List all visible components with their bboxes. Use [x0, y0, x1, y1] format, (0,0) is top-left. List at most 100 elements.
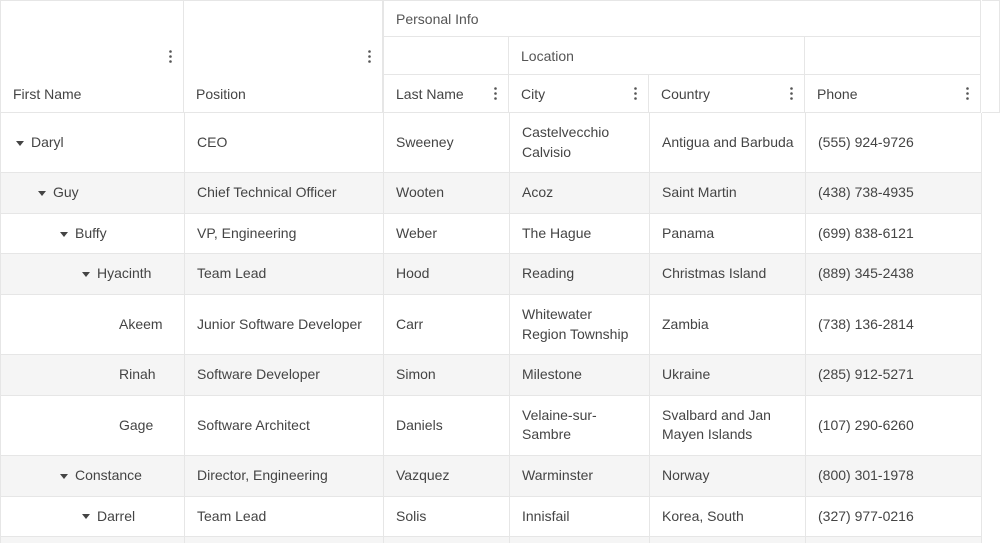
kebab-icon[interactable] — [960, 84, 974, 104]
kebab-icon[interactable] — [488, 84, 502, 104]
cell-city-text: Whitewater Region Township — [522, 306, 628, 342]
kebab-icon[interactable] — [628, 84, 642, 104]
cell-last-name: Vazquez — [384, 455, 510, 496]
expand-collapse-icon[interactable] — [13, 136, 27, 150]
cell-city: Innisfail — [510, 496, 650, 537]
header-label: Location — [509, 38, 586, 74]
cell-city-text: Reading — [522, 265, 574, 281]
header-group-personal-info: Personal Info — [383, 0, 981, 37]
cell-last-name-text: Sweeney — [396, 134, 454, 150]
kebab-icon[interactable] — [163, 47, 177, 67]
cell-last-name-text: Wooten — [396, 184, 444, 200]
cell-position: CEO — [185, 113, 384, 173]
table-row[interactable]: ConstanceDirector, EngineeringVazquezWar… — [1, 455, 982, 496]
cell-last-name-text: Daniels — [396, 417, 443, 433]
header-label: Position — [184, 86, 246, 102]
cell-phone-text: (555) 924-9726 — [818, 134, 914, 150]
cell-phone-text: (800) 301-1978 — [818, 467, 914, 483]
grid-body-scroll[interactable]: DarylCEO Sweeney Castelvecchio CalvisioAnt… — [0, 113, 1000, 543]
cell-first-name: Buffy — [1, 213, 185, 254]
cell-phone: (800) 301-1978 — [806, 455, 982, 496]
grid-header: First Name Position Personal Info Locati… — [0, 0, 1000, 113]
expand-collapse-icon[interactable] — [79, 267, 93, 281]
cell-last-name: Weber — [384, 213, 510, 254]
cell-position-text: Junior Software Developer — [197, 316, 362, 332]
cell-city-text: Velaine-sur-Sambre — [522, 407, 597, 443]
cell-first-name: Daryl — [1, 113, 185, 173]
indent — [101, 368, 115, 382]
cell-last-name-text: Weber — [396, 225, 437, 241]
cell-country-text: Norway — [662, 467, 709, 483]
cell-first-name: Rinah — [1, 355, 185, 396]
cell-country: Korea, South — [650, 496, 806, 537]
cell-phone: (285) 912-5271 — [806, 355, 982, 396]
tree-list-grid: First Name Position Personal Info Locati… — [0, 0, 1000, 543]
cell-position-text: Software Developer — [197, 366, 320, 382]
cell-position: Team Lead — [185, 254, 384, 295]
expand-collapse-icon[interactable] — [35, 186, 49, 200]
header-label: Country — [649, 86, 710, 102]
cell-country-text: Korea, South — [662, 508, 744, 524]
header-cell-first-name[interactable]: First Name — [0, 0, 184, 113]
table-row[interactable]: BrianSenior Software DeveloperYangOromoc… — [1, 537, 982, 543]
header-cell-country[interactable]: Country — [649, 75, 805, 113]
first-name-text: Gage — [119, 416, 153, 436]
cell-position: Software Developer — [185, 355, 384, 396]
cell-last-name: Simon — [384, 355, 510, 396]
cell-country: Ukraine — [650, 355, 806, 396]
cell-last-name: Yang — [384, 537, 510, 543]
cell-position-text: Software Architect — [197, 417, 310, 433]
cell-first-name: Guy — [1, 173, 185, 214]
cell-last-name: Daniels — [384, 395, 510, 455]
cell-city-text: The Hague — [522, 225, 591, 241]
table-row[interactable]: HyacinthTeam LeadHoodReadingChristmas Is… — [1, 254, 982, 295]
cell-phone: (107) 290-6260 — [806, 395, 982, 455]
table-row[interactable]: GuyChief Technical OfficerWootenAcozSain… — [1, 173, 982, 214]
header-cell-position[interactable]: Position — [184, 0, 383, 113]
header-cell-city[interactable]: City — [509, 75, 649, 113]
cell-country-text: Svalbard and Jan Mayen Islands — [662, 407, 771, 443]
table-row[interactable]: BuffyVP, EngineeringWeberThe HaguePanama… — [1, 213, 982, 254]
expand-collapse-icon[interactable] — [79, 509, 93, 523]
table-row[interactable]: Gage Software Architect Daniels Velaine-sur… — [1, 395, 982, 455]
cell-first-name: Brian — [1, 537, 185, 543]
cell-last-name: Wooten — [384, 173, 510, 214]
cell-position: Chief Technical Officer — [185, 173, 384, 214]
cell-city: The Hague — [510, 213, 650, 254]
table-row[interactable]: DarrelTeam LeadSolisInnisfailKorea, Sout… — [1, 496, 982, 537]
cell-country: Antigua and Barbuda — [650, 113, 806, 173]
expand-collapse-icon[interactable] — [57, 469, 71, 483]
cell-first-name: Darrel — [1, 496, 185, 537]
cell-last-name-text: Solis — [396, 508, 426, 524]
cell-position: VP, Engineering — [185, 213, 384, 254]
cell-city: Milestone — [510, 355, 650, 396]
header-cell-last-name[interactable]: Last Name — [383, 75, 509, 113]
header-spacer — [805, 37, 981, 75]
cell-country: Norway — [650, 455, 806, 496]
cell-phone-text: (327) 977-0216 — [818, 508, 914, 524]
first-name-text: Rinah — [119, 365, 156, 385]
kebab-icon[interactable] — [784, 84, 798, 104]
cell-phone: (699) 838-6121 — [806, 213, 982, 254]
cell-city: Castelvecchio Calvisio — [510, 113, 650, 173]
first-name-text: Hyacinth — [97, 264, 151, 284]
cell-first-name: Akeem — [1, 294, 185, 354]
cell-phone: (738) 136-2814 — [806, 294, 982, 354]
cell-first-name: Hyacinth — [1, 254, 185, 295]
cell-last-name: Carr — [384, 294, 510, 354]
table-row[interactable]: DarylCEO Sweeney Castelvecchio CalvisioAnt… — [1, 113, 982, 173]
header-cell-phone[interactable]: Phone — [805, 75, 981, 113]
header-spacer — [383, 37, 509, 75]
cell-last-name-text: Simon — [396, 366, 436, 382]
header-label: Phone — [805, 86, 857, 102]
cell-position: Software Architect — [185, 395, 384, 455]
cell-country-text: Saint Martin — [662, 184, 737, 200]
cell-city: Reading — [510, 254, 650, 295]
indent — [101, 318, 115, 332]
kebab-icon[interactable] — [362, 47, 376, 67]
table-row[interactable]: Akeem Junior Software Developer Carr Whitew… — [1, 294, 982, 354]
expand-collapse-icon[interactable] — [57, 227, 71, 241]
cell-position: Director, Engineering — [185, 455, 384, 496]
table-row[interactable]: Rinah Software Developer Simon MilestoneUkr… — [1, 355, 982, 396]
scroll-gutter — [982, 0, 1000, 113]
